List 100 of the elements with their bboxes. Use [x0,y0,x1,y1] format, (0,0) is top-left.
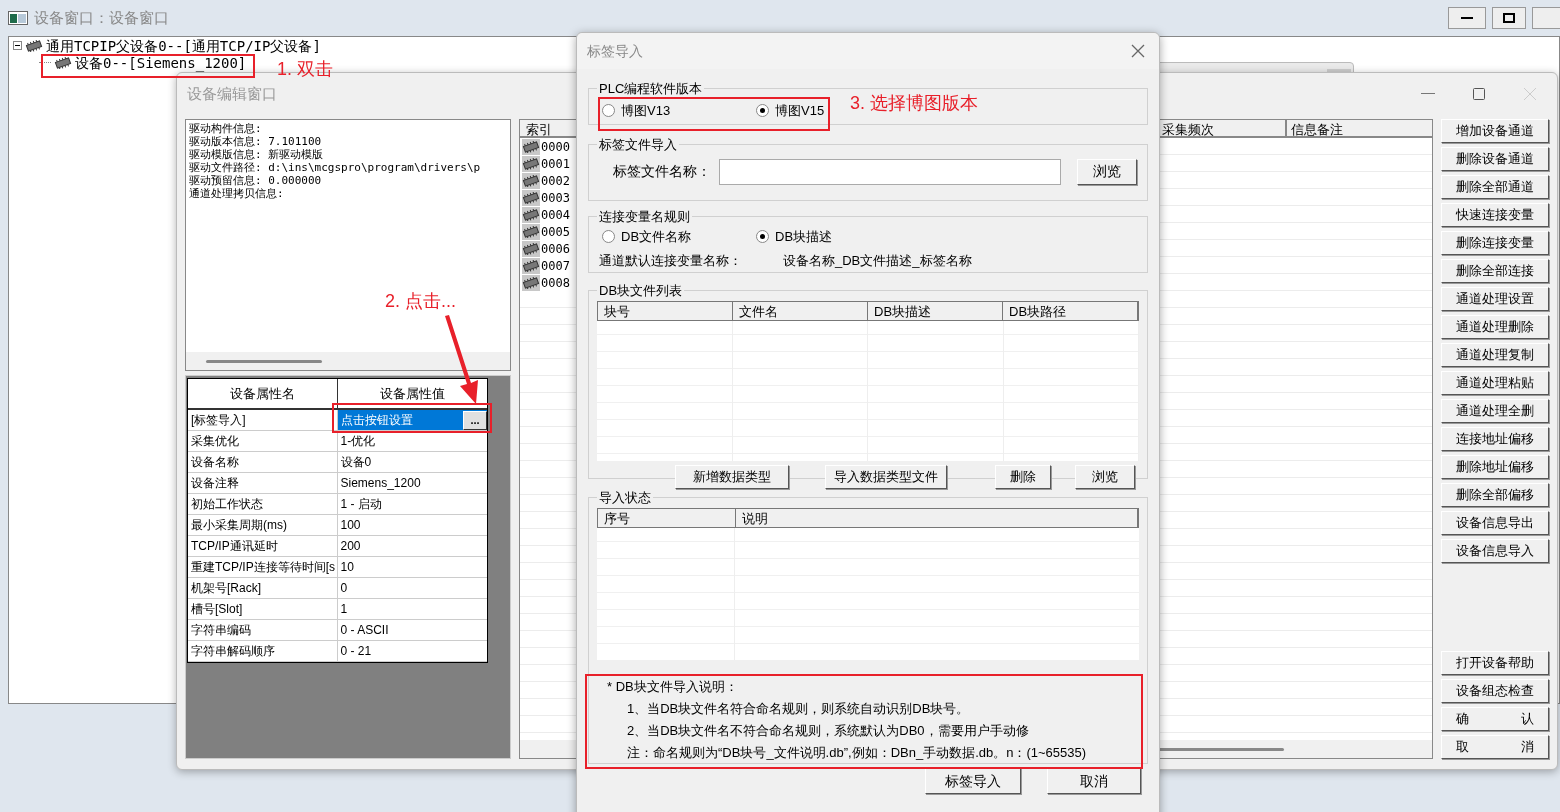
radio-label: DB文件名称 [621,227,692,246]
delete-button[interactable]: 删除 [995,464,1051,489]
property-value[interactable]: 1 - 启动 [337,494,487,514]
chip-icon [522,174,540,187]
import-button[interactable]: 标签导入 [925,768,1021,794]
scrollbar[interactable] [186,352,510,370]
action-button[interactable]: 删除全部偏移 [1441,483,1549,507]
browse-button[interactable]: 浏览 [1077,158,1137,185]
action-button[interactable]: 删除设备通道 [1441,147,1549,171]
info-line: 驱动模版信息: 新驱动模版 [189,148,324,161]
radio-button[interactable] [756,103,769,117]
channel-index: 0000 [541,138,570,156]
dialog-title: 标签导入 [587,41,643,61]
property-value[interactable]: Siemens_1200 [337,473,487,493]
property-value[interactable]: 0 - ASCII [337,620,487,640]
action-button[interactable]: 通道处理删除 [1441,315,1549,339]
window-title: 设备编辑窗口 [187,83,277,104]
file-name-field[interactable] [719,158,1061,185]
action-button[interactable]: 通道处理复制 [1441,343,1549,367]
column-header: 设备属性值 [378,384,446,403]
note-text: 2、当DB块文件名不符合命名规则，系统默认为DB0，需要用户手动修 [626,721,1029,740]
close-icon[interactable] [1131,44,1145,58]
action-button[interactable]: 连接地址偏移 [1441,427,1549,451]
property-name: 采集优化 [188,431,338,451]
property-name: 槽号[Slot] [188,599,338,619]
action-button[interactable]: 删除连接变量 [1441,231,1549,255]
annotation-text: 1. 双击 [277,58,333,81]
group-title: DB块文件列表 [598,282,684,300]
radio-button[interactable] [602,229,615,243]
info-line: 驱动文件路径: d:\ins\mcgspro\program\drivers\p [189,161,481,174]
property-name: 字符串解码顺序 [188,641,338,661]
minimize-button[interactable] [1448,7,1486,29]
property-value[interactable]: 1 [337,599,487,619]
browse-button[interactable]: 浏览 [1075,464,1135,489]
channel-index: 0007 [541,257,570,275]
tree-toggle[interactable] [13,41,22,50]
action-button[interactable]: 删除地址偏移 [1441,455,1549,479]
radio-label: 博图V13 [621,101,671,120]
chip-icon [522,242,540,255]
chip-icon [522,276,540,289]
minimize-icon[interactable] [1421,93,1435,95]
property-name: 机架号[Rack] [188,578,338,598]
property-value[interactable]: 点击按钮设置 ... [337,410,487,430]
action-button[interactable]: 删除全部连接 [1441,259,1549,283]
column-header: DB块路径 [1003,301,1138,320]
action-button[interactable]: 通道处理全删 [1441,399,1549,423]
action-button[interactable]: 设备信息导出 [1441,511,1549,535]
chip-icon [522,259,540,272]
property-name: 字符串编码 [188,620,338,640]
property-name: TCP/IP通讯延时 [188,536,338,556]
window-icon [8,11,28,25]
add-type-button[interactable]: 新增数据类型 [675,464,789,489]
maximize-icon[interactable] [1473,88,1485,100]
tree-item[interactable]: 通用TCPIP父设备0--[通用TCP/IP父设备] [46,37,321,54]
group-title: PLC编程软件版本 [598,80,704,98]
close-button[interactable] [1532,7,1560,29]
action-button[interactable]: 通道处理粘贴 [1441,371,1549,395]
column-header: 设备属性名 [188,379,338,408]
tree-item[interactable]: 设备0--[Siemens_1200] [75,54,247,71]
radio-label: 博图V15 [775,101,825,120]
action-button[interactable]: 设备组态检查 [1441,679,1549,703]
column-header: 说明 [736,508,1138,527]
chip-icon [522,208,540,221]
annotation-text: 2. 点击... [385,290,456,313]
property-name: 重建TCP/IP连接等待时间[s [188,557,338,577]
property-name: 初始工作状态 [188,494,338,514]
action-button[interactable]: 取 消 [1441,735,1549,759]
chip-icon [522,140,540,153]
channel-index: 0008 [541,274,570,292]
info-line: 驱动版本信息: 7.101100 [189,135,322,148]
note-text: 1、当DB块文件名符合命名规则，则系统自动识别DB块号。 [626,699,970,718]
property-value[interactable]: 0 [337,578,487,598]
action-button[interactable]: 通道处理设置 [1441,287,1549,311]
action-button[interactable]: 删除全部通道 [1441,175,1549,199]
property-value[interactable]: 200 [337,536,487,556]
info-line: 通道处理拷贝信息: [189,187,284,200]
import-type-button[interactable]: 导入数据类型文件 [825,464,947,489]
property-value[interactable]: 1-优化 [337,431,487,451]
chip-icon [522,191,540,204]
action-button[interactable]: 打开设备帮助 [1441,651,1549,675]
channel-index: 0005 [541,223,570,241]
radio-button[interactable] [602,103,615,117]
property-name: 设备名称 [188,452,338,472]
note-text: 注：命名规则为“DB块号_文件说明.db”,例如：DBn_手动数据.db。n：(1~65535) [626,743,1087,762]
chip-icon [522,225,540,238]
channel-index: 0006 [541,240,570,258]
property-value[interactable]: 10 [337,557,487,577]
property-value[interactable]: 100 [337,515,487,535]
action-button[interactable]: 确 认 [1441,707,1549,731]
property-name: 设备注释 [188,473,338,493]
property-value[interactable]: 设备0 [337,452,487,472]
ellipsis-button[interactable]: ... [463,410,487,430]
cancel-button[interactable]: 取消 [1047,768,1141,794]
property-value[interactable]: 0 - 21 [337,641,487,661]
action-button[interactable]: 快速连接变量 [1441,203,1549,227]
column-header: DB块描述 [868,301,1003,320]
action-button[interactable]: 增加设备通道 [1441,119,1549,143]
radio-button[interactable] [756,229,769,243]
maximize-button[interactable] [1492,7,1526,29]
action-button[interactable]: 设备信息导入 [1441,539,1549,563]
